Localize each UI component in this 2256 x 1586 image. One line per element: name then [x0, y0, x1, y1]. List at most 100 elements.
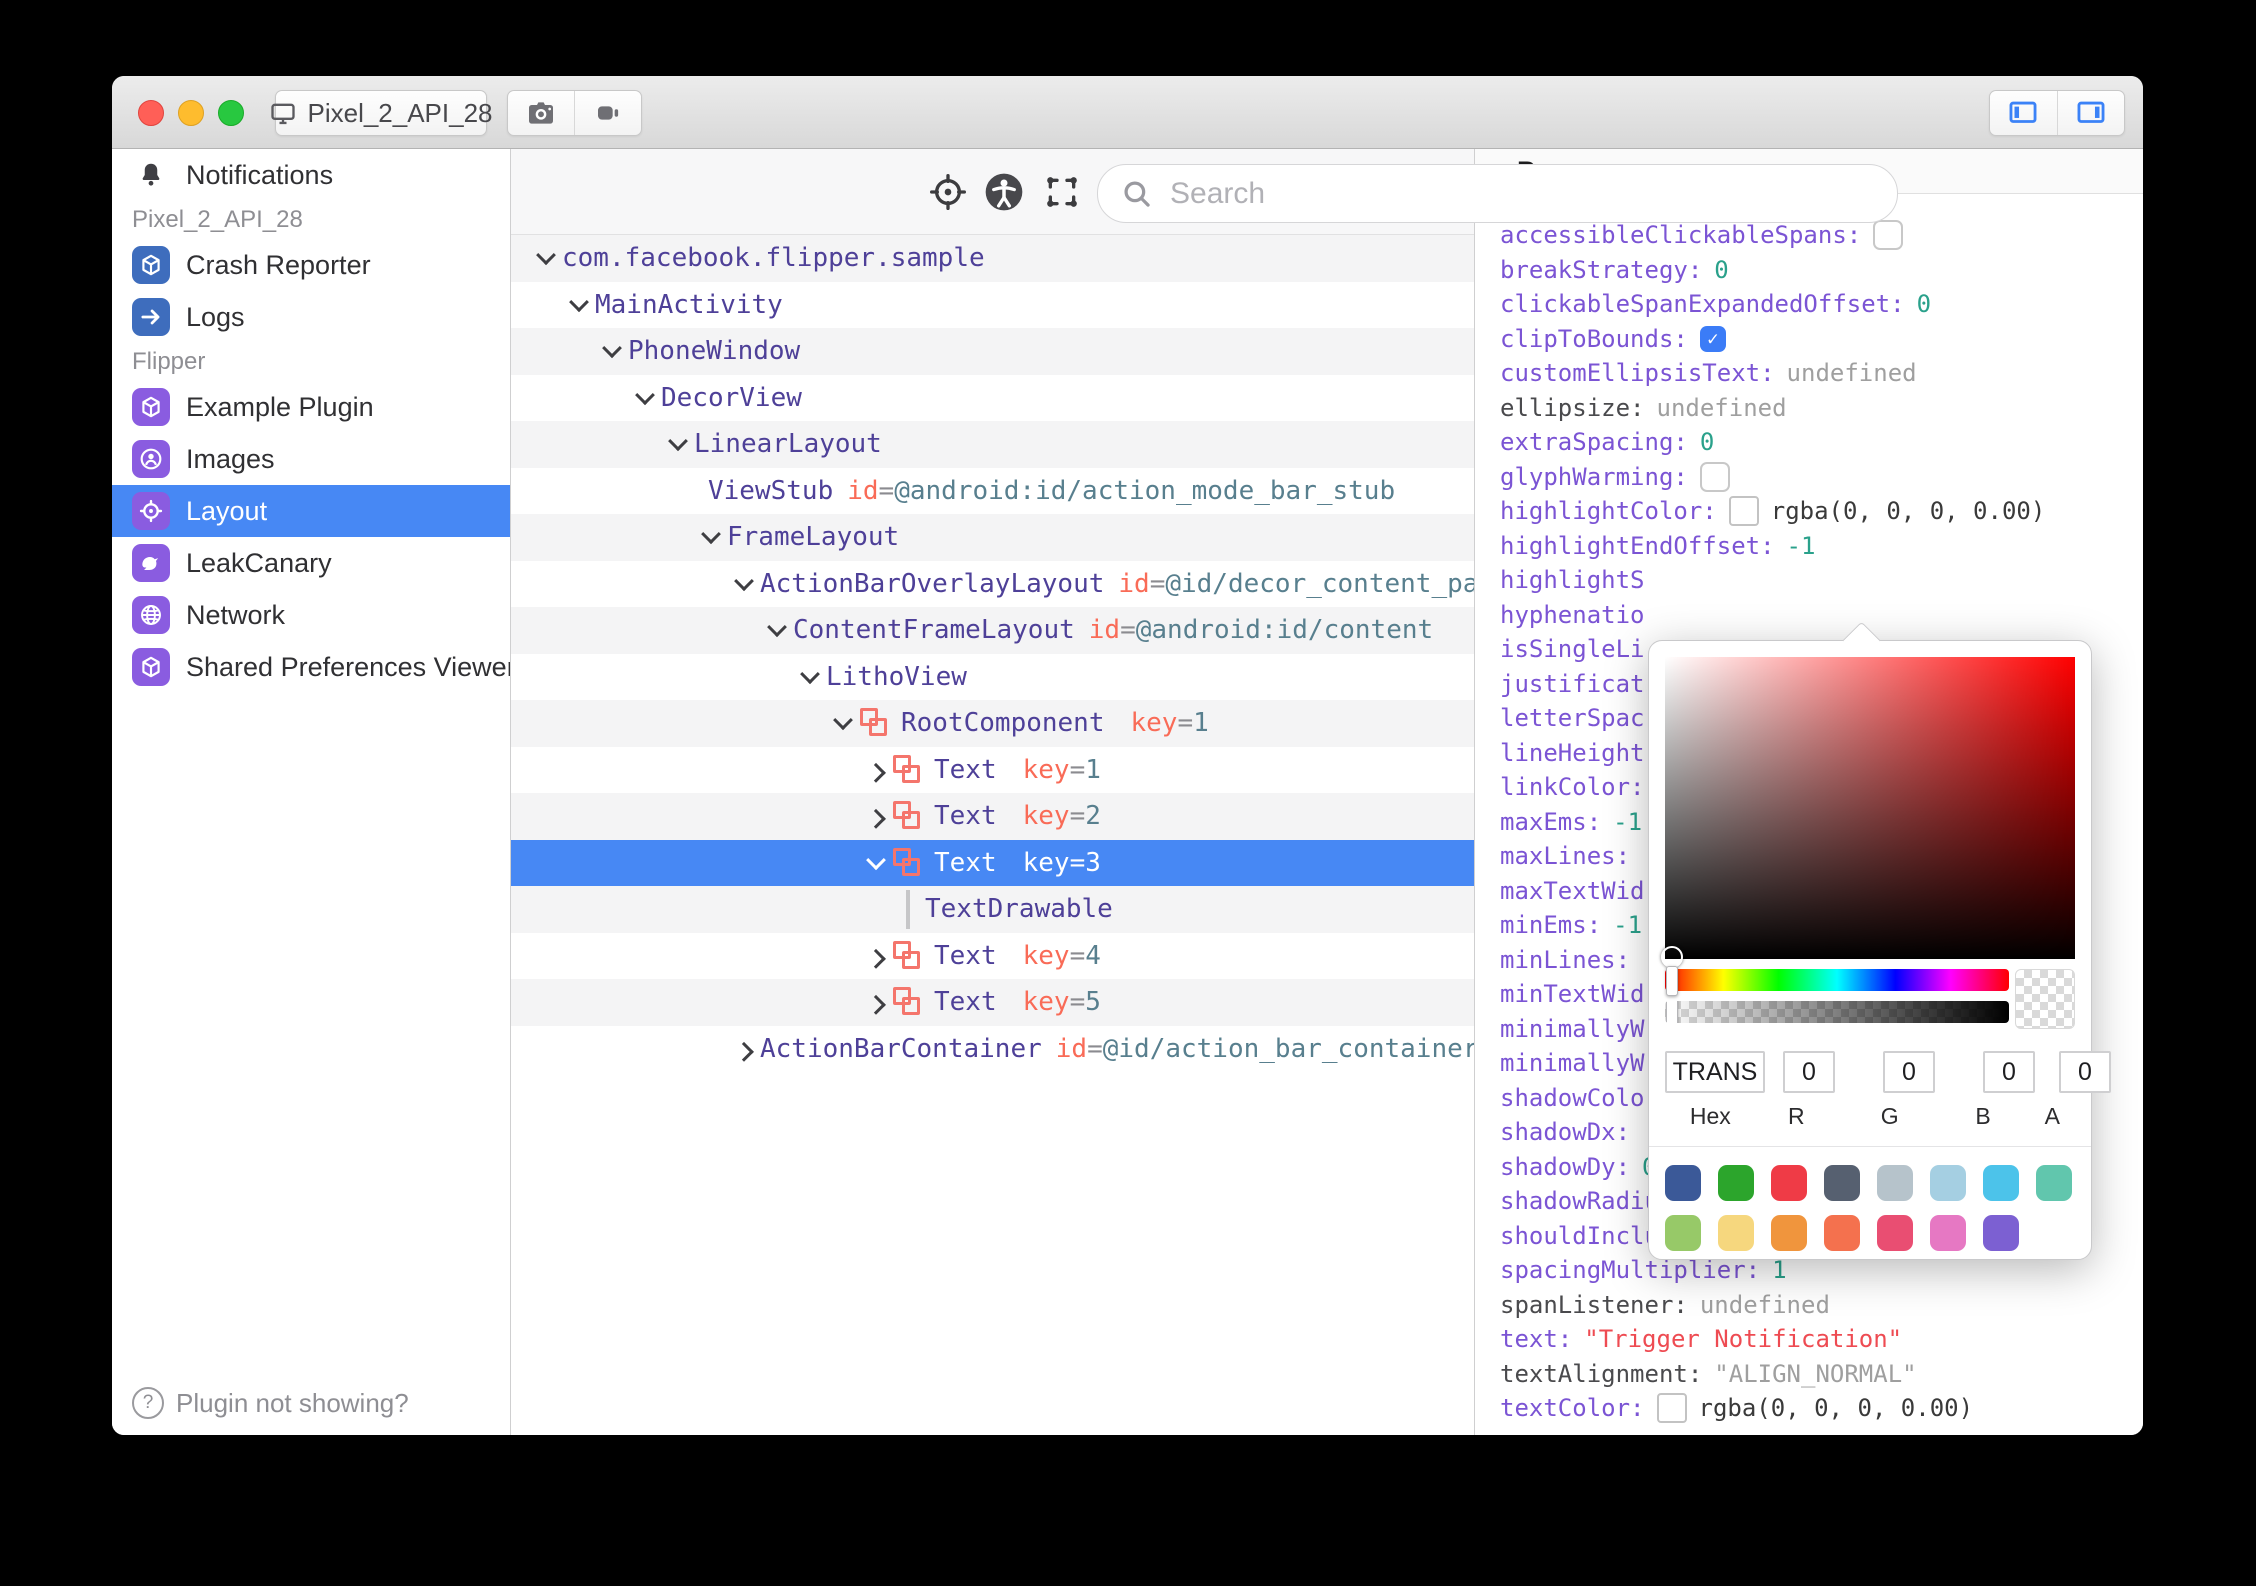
preset-color-swatch[interactable] — [1930, 1215, 1966, 1251]
color-swatch[interactable] — [1728, 496, 1759, 527]
preset-color-swatch[interactable] — [1877, 1215, 1913, 1251]
expand-chevron-icon[interactable] — [826, 710, 859, 731]
preset-color-swatch[interactable] — [1930, 1165, 1966, 1201]
prop-value[interactable]: -1 — [1613, 908, 1642, 943]
tree-row[interactable]: com.facebook.flipper.sample — [511, 235, 1474, 282]
sidebar-item[interactable]: Network — [112, 589, 510, 641]
expand-chevron-icon[interactable] — [859, 850, 892, 870]
tree-row[interactable]: DecorView — [511, 375, 1474, 422]
expand-chevron-icon[interactable] — [859, 948, 892, 969]
prop-value[interactable]: undefined — [1657, 391, 1787, 426]
tree-row[interactable]: PhoneWindow — [511, 328, 1474, 375]
traffic-light-zoom[interactable] — [218, 100, 244, 126]
expand-chevron-icon[interactable] — [529, 245, 562, 266]
tree-row[interactable]: RootComponent key = 1 — [511, 700, 1474, 747]
tree-row[interactable]: LinearLayout — [511, 421, 1474, 468]
tree-row[interactable]: Text key = 5 — [511, 979, 1474, 1026]
expand-chevron-icon[interactable] — [661, 431, 694, 452]
sidebar-item[interactable]: Notifications — [112, 149, 510, 201]
prop-value[interactable]: undefined — [1700, 1288, 1830, 1323]
prop-value[interactable]: rgba(0, 0, 0, 0.00) — [1699, 1391, 1974, 1426]
expand-chevron-icon[interactable] — [595, 338, 628, 359]
expand-chevron-icon[interactable] — [760, 617, 793, 638]
target-mode-button[interactable] — [1041, 171, 1083, 213]
sidebar-item[interactable]: Pixel_2_API_28 — [112, 201, 510, 239]
tree-row[interactable]: Text key = 2 — [511, 793, 1474, 840]
preset-color-swatch[interactable] — [1771, 1215, 1807, 1251]
video-record-button[interactable] — [575, 91, 641, 135]
prop-value[interactable]: -1 — [1613, 805, 1642, 840]
sidebar-item[interactable]: Logs — [112, 291, 510, 343]
saturation-cursor[interactable] — [1661, 946, 1683, 968]
preset-color-swatch[interactable] — [1877, 1165, 1913, 1201]
blue-input[interactable] — [1983, 1051, 2035, 1093]
checkbox-icon[interactable] — [1699, 461, 1730, 492]
preset-color-swatch[interactable] — [1824, 1215, 1860, 1251]
preset-color-swatch[interactable] — [2036, 1165, 2072, 1201]
preset-color-swatch[interactable] — [1983, 1215, 2019, 1251]
screenshot-button[interactable] — [508, 91, 575, 135]
checkbox-icon[interactable] — [1699, 325, 1726, 352]
expand-chevron-icon[interactable] — [859, 995, 892, 1015]
tree-row[interactable]: MainActivity — [511, 282, 1474, 329]
device-selector-button[interactable]: Pixel_2_API_28 — [271, 90, 493, 136]
alpha-input[interactable] — [2059, 1051, 2111, 1093]
color-swatch[interactable] — [1656, 1393, 1687, 1424]
search-input[interactable] — [1168, 175, 1875, 212]
expand-chevron-icon[interactable] — [628, 385, 661, 405]
sidebar-item[interactable]: Flipper — [112, 343, 510, 381]
expand-chevron-icon[interactable] — [727, 1041, 760, 1062]
tree-row[interactable]: LithoView — [511, 654, 1474, 701]
sidebar-item[interactable]: Images — [112, 433, 510, 485]
expand-chevron-icon[interactable] — [694, 524, 727, 545]
preset-color-swatch[interactable] — [1665, 1165, 1701, 1201]
sidebar-item[interactable]: LeakCanary — [112, 537, 510, 589]
traffic-light-minimize[interactable] — [178, 100, 204, 126]
tree-row[interactable]: TextDrawable — [511, 886, 1474, 933]
accessibility-mode-button[interactable] — [983, 171, 1025, 213]
hue-slider[interactable] — [1665, 966, 2009, 996]
saturation-brightness-area[interactable] — [1661, 657, 2075, 968]
checkbox-icon[interactable] — [1873, 220, 1904, 251]
toggle-right-sidebar-button[interactable] — [2058, 91, 2125, 135]
tree-row[interactable]: Text key = 3 — [511, 839, 1474, 886]
sidebar-item[interactable]: Layout — [112, 485, 510, 537]
tree-row[interactable]: ActionBarOverlayLayout id = @id/decor_cont… — [511, 561, 1474, 608]
sidebar-item[interactable]: Example Plugin — [112, 381, 510, 433]
alpha-slider[interactable] — [1665, 1001, 2009, 1023]
expand-chevron-icon[interactable] — [562, 292, 595, 312]
preset-color-swatch[interactable] — [1665, 1215, 1701, 1251]
plugin-not-showing-link[interactable]: ? Plugin not showing? — [132, 1387, 409, 1419]
expand-chevron-icon[interactable] — [727, 571, 760, 591]
prop-value[interactable]: rgba(0, 0, 0, 0.00) — [1771, 494, 2046, 529]
prop-value[interactable]: "Trigger Notification" — [1584, 1322, 1902, 1357]
tree-row[interactable]: Text key = 1 — [511, 747, 1474, 794]
red-input[interactable] — [1783, 1051, 1835, 1093]
tree-row[interactable]: FrameLayout — [511, 514, 1474, 561]
sidebar-item[interactable]: Shared Preferences Viewer — [112, 641, 510, 693]
tree-row[interactable]: ViewStub id = @android:id/action_mode_bar_… — [511, 468, 1474, 515]
prop-value[interactable]: 0 — [1700, 425, 1714, 460]
hue-slider-handle[interactable] — [1666, 966, 1678, 996]
preset-color-swatch[interactable] — [1983, 1165, 2019, 1201]
preset-color-swatch[interactable] — [1718, 1215, 1754, 1251]
prop-value[interactable]: 0 — [1917, 287, 1931, 322]
alpha-slider-handle[interactable] — [1666, 1001, 1678, 1023]
preset-color-swatch[interactable] — [1824, 1165, 1860, 1201]
sidebar-item[interactable]: Crash Reporter — [112, 239, 510, 291]
tree-row[interactable]: Text key = 4 — [511, 933, 1474, 980]
hex-input[interactable] — [1665, 1051, 1765, 1093]
prop-value[interactable]: undefined — [1787, 356, 1917, 391]
toggle-left-sidebar-button[interactable] — [1990, 91, 2058, 135]
tree-row[interactable]: ActionBarContainer id = @id/action_bar_con… — [511, 1026, 1474, 1073]
prop-value[interactable]: -1 — [1787, 529, 1816, 564]
tree-row[interactable]: ContentFrameLayout id = @android:id/conten… — [511, 607, 1474, 654]
preset-color-swatch[interactable] — [1771, 1165, 1807, 1201]
expand-chevron-icon[interactable] — [793, 664, 826, 684]
prop-value[interactable]: "ALIGN_NORMAL" — [1714, 1357, 1916, 1392]
green-input[interactable] — [1883, 1051, 1935, 1093]
traffic-light-close[interactable] — [138, 100, 164, 126]
expand-chevron-icon[interactable] — [859, 809, 892, 829]
preset-color-swatch[interactable] — [1718, 1165, 1754, 1201]
prop-value[interactable]: 0 — [1714, 253, 1728, 288]
